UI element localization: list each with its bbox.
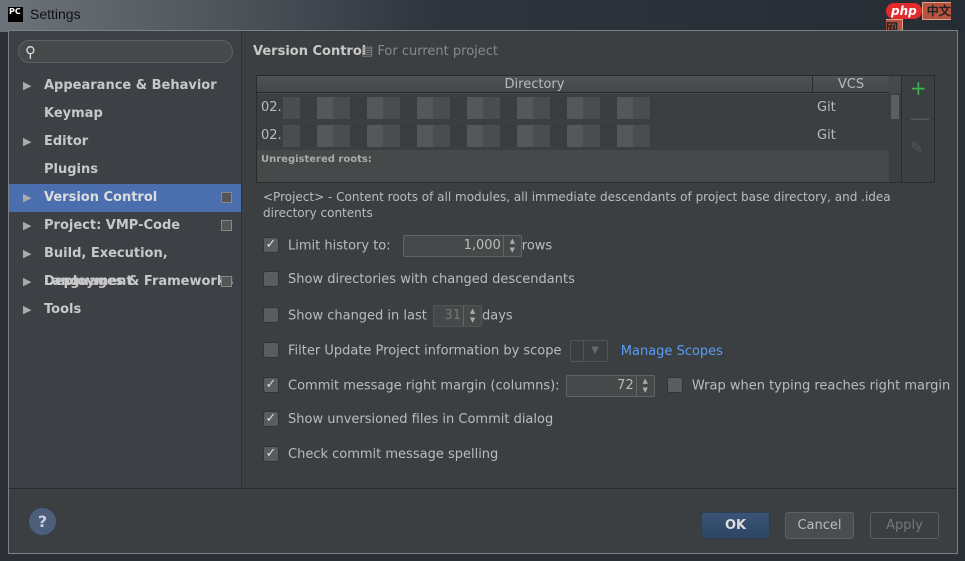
sidebar-item-project-vmp-code[interactable]: ▶ Project: VMP-Code	[9, 212, 241, 240]
remove-icon[interactable]: —	[910, 106, 930, 130]
days-value: 31	[444, 308, 462, 323]
show-changed-option: Show changed in last 31 ▲ ▼ days	[263, 305, 513, 327]
sidebar-item-tools[interactable]: ▶ Tools	[9, 296, 241, 324]
show-dirs-checkbox[interactable]	[263, 270, 279, 287]
wrap-label: Wrap when typing reaches right margin	[691, 378, 951, 394]
limit-history-label: Limit history to:	[288, 238, 391, 254]
expand-arrow-icon[interactable]: ▶	[23, 268, 31, 296]
expand-arrow-icon[interactable]: ▶	[23, 212, 31, 240]
sidebar-item-label: Editor	[44, 134, 89, 149]
limit-history-value: 1,000	[463, 238, 501, 253]
cancel-button[interactable]: Cancel	[785, 512, 854, 539]
pycharm-logo-icon: PC	[8, 7, 23, 22]
scope-dropdown[interactable]: ▼	[569, 340, 608, 362]
blurred-path	[283, 125, 653, 147]
vcs-cell: Git	[817, 128, 836, 143]
commit-margin-label: Commit message right margin (columns):	[288, 378, 560, 394]
show-unversioned-option: ✓ Show unversioned files in Commit dialog	[263, 410, 553, 430]
vcs-cell: Git	[817, 100, 836, 115]
expand-arrow-icon[interactable]: ▶	[23, 128, 31, 156]
filter-scope-option: Filter Update Project information by sco…	[263, 340, 723, 362]
sidebar-item-label: Plugins	[44, 162, 98, 177]
sidebar-item-languages-frameworks[interactable]: ▶ Languages & Frameworks	[9, 268, 241, 296]
filter-scope-label: Filter Update Project information by sco…	[288, 343, 562, 359]
table-scrollbar[interactable]	[889, 93, 901, 182]
apply-button[interactable]: Apply	[870, 512, 939, 539]
sidebar-item-label: Tools	[44, 302, 82, 317]
show-unversioned-label: Show unversioned files in Commit dialog	[288, 412, 554, 427]
version-control-panel: Version Control ▤ For current project Di…	[243, 31, 957, 488]
sidebar-item-version-control[interactable]: ▶ Version Control	[9, 184, 241, 212]
commit-margin-checkbox[interactable]: ✓	[263, 377, 279, 393]
sidebar: ⚲ ▶ Appearance & Behavior Keymap ▶ Editor Plu…	[9, 31, 242, 488]
spinner-arrows-icon[interactable]: ▲ ▼	[635, 376, 654, 396]
sidebar-item-label: Keymap	[44, 106, 103, 121]
limit-history-spinner[interactable]: 1,000 ▲ ▼	[402, 235, 522, 257]
add-icon[interactable]: +	[910, 76, 927, 100]
commit-margin-spinner[interactable]: 72 ▲ ▼	[565, 375, 655, 397]
show-dirs-option: Show directories with changed descendant…	[263, 270, 575, 290]
check-spelling-option: ✓ Check commit message spelling	[263, 445, 498, 465]
table-row[interactable]: 02. Git	[257, 122, 889, 150]
commit-margin-option: ✓ Commit message right margin (columns): …	[263, 375, 951, 397]
days-spinner[interactable]: 31 ▲ ▼	[433, 305, 483, 327]
show-dirs-label: Show directories with changed descendant…	[288, 272, 575, 287]
title-bar: PC Settings php 中文网	[0, 0, 965, 37]
show-changed-checkbox[interactable]	[263, 307, 279, 323]
sidebar-item-build-execution-deployment[interactable]: ▶ Build, Execution, Deployment	[9, 240, 241, 289]
scope-label: ▤ For current project	[361, 44, 499, 59]
search-input[interactable]: ⚲	[18, 40, 233, 63]
directory-cell: 02.	[261, 100, 282, 115]
ok-button[interactable]: OK	[701, 512, 770, 539]
footer-divider	[9, 488, 957, 489]
spinner-arrows-icon[interactable]: ▲ ▼	[502, 236, 521, 256]
check-spelling-checkbox[interactable]: ✓	[263, 445, 279, 462]
expand-arrow-icon[interactable]: ▶	[23, 184, 31, 212]
scope-text: For current project	[377, 44, 499, 59]
edit-pencil-icon[interactable]: ✎	[910, 138, 923, 157]
column-header-directory[interactable]: Directory	[257, 76, 812, 93]
sidebar-item-label: Project: VMP-Code	[44, 218, 181, 233]
project-scope-icon	[221, 192, 232, 203]
sidebar-item-appearance-behavior[interactable]: ▶ Appearance & Behavior	[9, 72, 241, 100]
table-row[interactable]: 02. Git	[257, 94, 889, 122]
sidebar-item-keymap[interactable]: Keymap	[9, 100, 241, 128]
help-button[interactable]: ?	[29, 508, 56, 535]
limit-history-option: ✓ Limit history to: 1,000 ▲ ▼ rows	[263, 235, 553, 257]
project-scope-icon	[221, 220, 232, 231]
wrap-checkbox[interactable]	[666, 377, 683, 393]
vcs-roots-table: Directory VCS 02. Git 02. Git Unregistered…	[256, 75, 902, 183]
sidebar-item-label: Languages & Frameworks	[44, 274, 234, 289]
days-label: days	[482, 308, 513, 324]
chevron-down-icon: ▼	[582, 341, 607, 361]
sidebar-item-label: Version Control	[44, 190, 158, 205]
window-title: Settings	[30, 6, 81, 22]
directory-cell: 02.	[261, 128, 282, 143]
unregistered-roots-label: Unregistered roots:	[261, 154, 372, 165]
sidebar-item-label: Appearance & Behavior	[44, 78, 217, 93]
column-header-vcs[interactable]: VCS	[812, 76, 889, 93]
filter-scope-checkbox[interactable]	[263, 342, 279, 358]
check-spelling-label: Check commit message spelling	[288, 447, 499, 462]
expand-arrow-icon[interactable]: ▶	[23, 240, 31, 268]
commit-margin-value: 72	[617, 378, 634, 393]
expand-arrow-icon[interactable]: ▶	[23, 296, 31, 324]
rows-label: rows	[521, 238, 553, 254]
project-scope-icon	[221, 276, 232, 287]
show-unversioned-checkbox[interactable]: ✓	[263, 410, 279, 427]
page-title: Version Control	[253, 44, 367, 59]
spinner-arrows-icon[interactable]: ▲ ▼	[463, 306, 481, 326]
search-icon: ⚲	[25, 43, 36, 61]
sidebar-item-editor[interactable]: ▶ Editor	[9, 128, 241, 156]
show-changed-label: Show changed in last	[288, 308, 427, 324]
roots-description: <Project> - Content roots of all modules…	[263, 190, 891, 220]
settings-dialog: ⚲ ▶ Appearance & Behavior Keymap ▶ Editor Plu…	[8, 30, 958, 554]
expand-arrow-icon[interactable]: ▶	[23, 72, 31, 100]
limit-history-checkbox[interactable]: ✓	[263, 237, 279, 253]
manage-scopes-link[interactable]: Manage Scopes	[621, 344, 723, 359]
blurred-path	[283, 97, 653, 119]
sidebar-item-plugins[interactable]: Plugins	[9, 156, 241, 184]
table-toolbar: + — ✎	[902, 75, 935, 183]
